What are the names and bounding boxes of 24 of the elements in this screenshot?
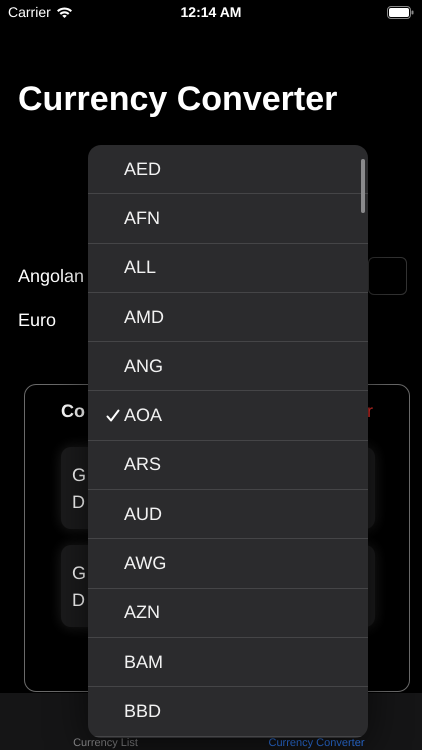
clock-time: 12:14 AM	[180, 4, 242, 20]
menu-item[interactable]: AZN	[88, 588, 368, 638]
card-title: Co	[61, 401, 85, 423]
battery-icon	[387, 6, 414, 18]
carrier-label: Carrier	[8, 4, 51, 20]
card-text: D	[72, 492, 86, 513]
tab-label[interactable]: Currency List	[0, 737, 211, 749]
card-text: D	[72, 590, 86, 611]
wifi-icon	[56, 6, 73, 18]
menu-item[interactable]: BAM	[88, 638, 368, 688]
scrollbar	[361, 159, 365, 213]
card-text: G	[72, 563, 88, 584]
page-title: Currency Converter	[17, 79, 338, 120]
menu-item[interactable]: BBD	[88, 687, 368, 737]
menu-item[interactable]: AOA	[88, 391, 368, 441]
menu-item[interactable]: AUD	[88, 490, 368, 540]
currency-label: Angolan	[18, 266, 84, 286]
menu-item[interactable]: ALL	[88, 244, 368, 293]
card-text: G	[72, 465, 88, 486]
menu-item[interactable]: AMD	[88, 292, 368, 342]
currency-label: Euro	[18, 310, 56, 330]
menu-item[interactable]: ARS	[88, 440, 368, 490]
menu-item[interactable]: ANG	[88, 342, 368, 392]
menu-item[interactable]: AWG	[88, 539, 368, 589]
